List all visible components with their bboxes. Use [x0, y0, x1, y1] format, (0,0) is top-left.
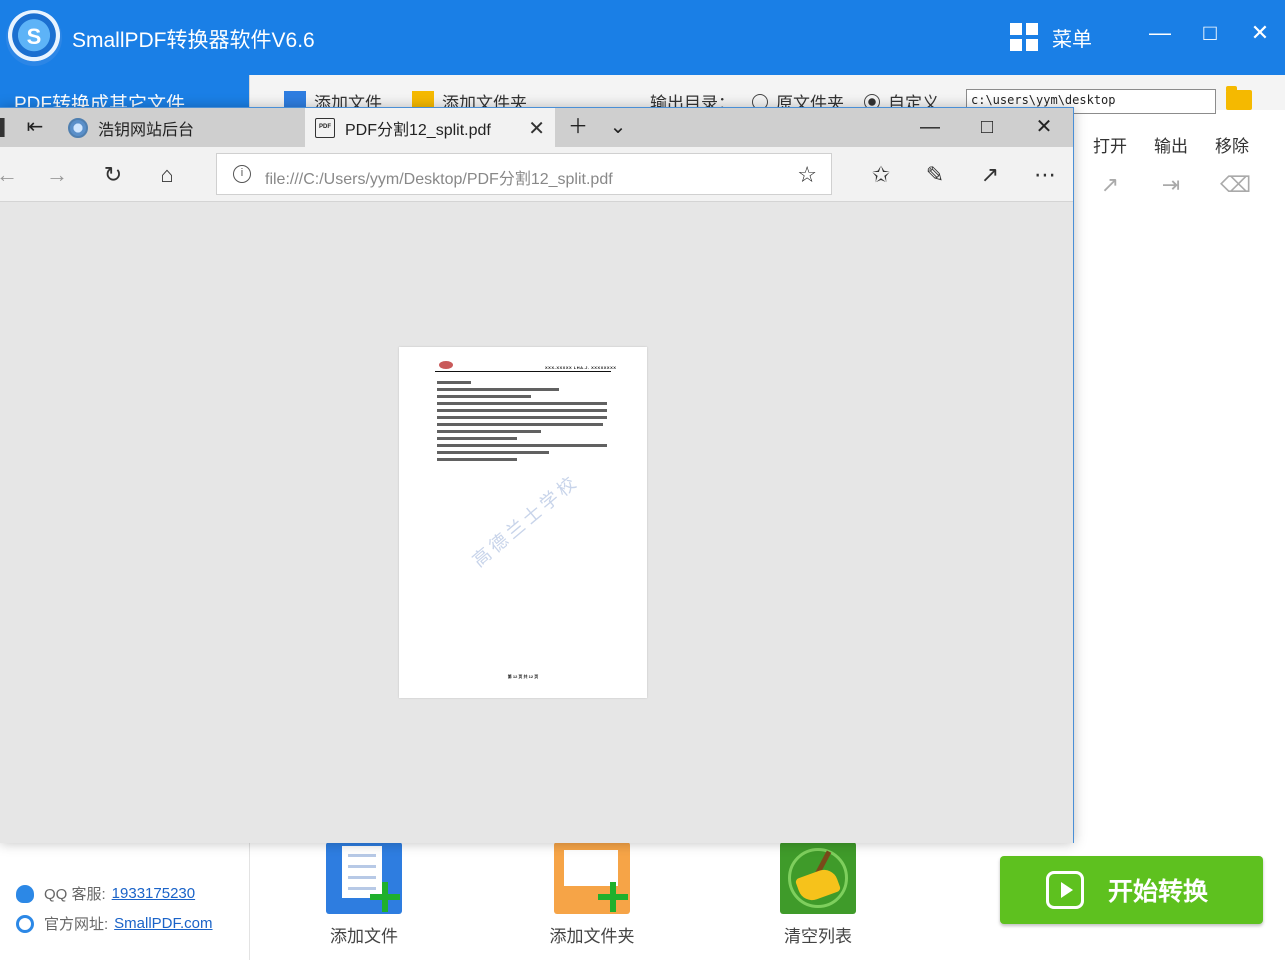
browse-folder-icon[interactable]	[1226, 86, 1252, 110]
app-title: SmallPDF转换器软件V6.6	[72, 29, 315, 52]
text-line	[437, 409, 607, 412]
address-text: file:///C:/Users/yym/Desktop/PDF分割12_spl…	[265, 171, 613, 188]
browser-tabbar: ▍ ⇤ 浩钥网站后台 PDF PDF分割12_split.pdf ✕ ＋ ⌄ —…	[0, 108, 1073, 147]
pdf-page: XXX-XXXXX LHA.J. XXXXXXXX 高德兰士学校 第 12 页 …	[399, 347, 647, 698]
open-external-icon[interactable]: ↗	[1097, 172, 1123, 198]
add-file-button[interactable]: 添加文件	[304, 842, 424, 947]
add-folder-button[interactable]: 添加文件夹	[532, 842, 652, 947]
add-file-label: 添加文件	[330, 927, 398, 946]
site-link[interactable]: SmallPDF.com	[114, 915, 212, 932]
trash-icon[interactable]: ⌫	[1220, 172, 1251, 198]
refresh-icon[interactable]: ↻	[98, 160, 128, 190]
browser-window: ▍ ⇤ 浩钥网站后台 PDF PDF分割12_split.pdf ✕ ＋ ⌄ —…	[0, 107, 1074, 843]
start-convert-button[interactable]: 开始转换	[1000, 856, 1263, 924]
browser-navbar: ← → ↻ ⌂ i file:///C:/Users/yym/Desktop/P…	[0, 147, 1073, 202]
set-tabs-aside-icon[interactable]: ⇤	[20, 113, 50, 141]
document-logo-icon	[439, 361, 453, 369]
browser-e-icon	[16, 914, 34, 933]
tab-title: PDF分割12_split.pdf	[345, 121, 491, 139]
qq-link[interactable]: 1933175230	[112, 885, 195, 902]
text-line	[437, 458, 517, 461]
favorite-star-icon[interactable]: ☆	[797, 162, 817, 188]
tab-close-icon[interactable]: ✕	[528, 116, 545, 141]
add-folder-icon	[554, 842, 630, 914]
menu-button[interactable]: 菜单	[1010, 22, 1092, 52]
info-icon[interactable]: i	[233, 165, 251, 183]
watermark: 高德兰士学校	[468, 470, 584, 572]
text-line	[437, 388, 559, 391]
back-arrow-icon[interactable]: ←	[0, 160, 22, 190]
text-line	[437, 444, 607, 447]
output-icon[interactable]: ⇥	[1158, 172, 1184, 198]
site-label: 官方网址:	[44, 916, 109, 933]
minimize-button[interactable]: —	[1145, 18, 1175, 48]
forward-arrow-icon[interactable]: →	[42, 160, 72, 190]
app-logo-icon: S	[6, 10, 62, 66]
text-line	[437, 430, 541, 433]
text-line	[437, 451, 549, 454]
pdf-viewer[interactable]: XXX-XXXXX LHA.J. XXXXXXXX 高德兰士学校 第 12 页 …	[0, 203, 1073, 843]
globe-icon	[68, 117, 88, 138]
column-output: 输出	[1154, 137, 1188, 156]
add-file-icon	[326, 842, 402, 914]
start-convert-label: 开始转换	[1108, 878, 1209, 906]
clear-list-button[interactable]: 清空列表	[758, 842, 878, 947]
clear-list-label: 清空列表	[784, 927, 852, 946]
site-contact: 官方网址: SmallPDF.com	[16, 913, 213, 934]
browser-minimize-button[interactable]: —	[915, 113, 945, 141]
browser-maximize-button[interactable]: □	[972, 113, 1002, 141]
text-line	[437, 423, 603, 426]
column-remove: 移除	[1215, 137, 1249, 156]
share-icon[interactable]: ↗	[975, 160, 1005, 190]
contact-panel: QQ 客服: 1933175230 官方网址: SmallPDF.com	[0, 843, 250, 960]
broom-icon	[780, 842, 856, 914]
header-rule	[435, 371, 611, 372]
app-titlebar: S SmallPDF转换器软件V6.6 菜单 — □ ✕	[0, 0, 1285, 75]
tab-haoyue-admin[interactable]: 浩钥网站后台	[58, 108, 305, 147]
new-tab-icon[interactable]: ＋	[563, 113, 593, 141]
qq-label: QQ 客服:	[44, 886, 106, 903]
tab-list-chevron-icon[interactable]: ⌄	[603, 113, 633, 141]
more-dots-icon[interactable]: ⋯	[1030, 160, 1060, 190]
favorites-list-icon[interactable]: ✩	[866, 160, 896, 190]
pen-notes-icon[interactable]: ✎	[920, 160, 950, 190]
tab-pdf-to-other[interactable]: PDF转换成其它文件	[0, 75, 250, 110]
pdf-icon: PDF	[315, 117, 335, 138]
tab-title: 浩钥网站后台	[98, 121, 195, 139]
page-footer: 第 12 页 共 12 页	[507, 674, 539, 679]
browser-close-button[interactable]: ✕	[1029, 113, 1059, 141]
tab-overflow-edge: ▍	[0, 120, 13, 137]
address-bar[interactable]: i file:///C:/Users/yym/Desktop/PDF分割12_s…	[216, 153, 832, 195]
qq-contact: QQ 客服: 1933175230	[16, 883, 195, 904]
text-line	[437, 395, 531, 398]
close-button[interactable]: ✕	[1245, 18, 1275, 48]
text-line	[437, 402, 607, 405]
maximize-button[interactable]: □	[1195, 18, 1225, 48]
text-line	[437, 437, 517, 440]
text-line	[437, 416, 607, 419]
qq-icon	[16, 884, 34, 903]
home-icon[interactable]: ⌂	[152, 160, 182, 190]
page-header: XXX-XXXXX LHA.J. XXXXXXXX	[545, 365, 617, 370]
play-icon	[1046, 871, 1084, 909]
text-line	[437, 381, 471, 384]
tab-pdf-split[interactable]: PDF PDF分割12_split.pdf ✕	[305, 108, 555, 147]
menu-label: 菜单	[1052, 28, 1092, 51]
column-open: 打开	[1093, 137, 1127, 156]
grid-menu-icon	[1010, 23, 1038, 51]
add-folder-label: 添加文件夹	[549, 927, 635, 946]
